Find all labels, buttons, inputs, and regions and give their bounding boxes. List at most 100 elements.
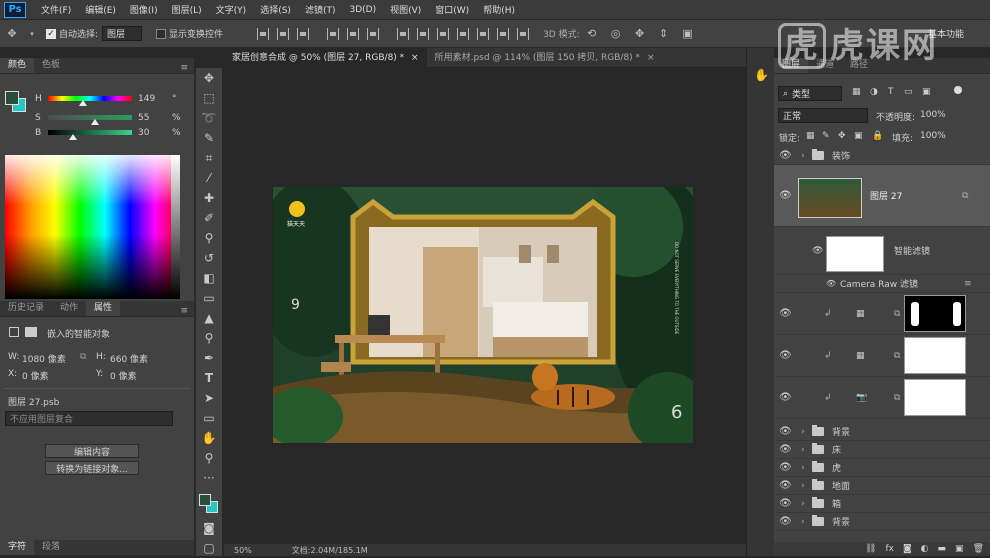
pen-tool-icon[interactable]: ✒ xyxy=(196,348,222,368)
crop-tool-icon[interactable]: ⌗ xyxy=(196,148,222,168)
align-bottom-icon[interactable] xyxy=(297,27,310,40)
adjustment-layer-1[interactable]: 👁 ↲ ▦ ⧉ xyxy=(774,293,990,335)
quick-select-tool-icon[interactable]: ✎ xyxy=(196,128,222,148)
saturation-slider[interactable] xyxy=(48,115,132,120)
link-icon[interactable]: ⧉ xyxy=(894,309,900,319)
doc-tab-2[interactable]: 所用素材.psd @ 114% (图层 150 拷贝, RGB/8) * × xyxy=(427,48,663,68)
align-vcenter-icon[interactable] xyxy=(277,27,290,40)
blur-tool-icon[interactable]: ▲ xyxy=(196,308,222,328)
h-dim-value[interactable]: 660 像素 xyxy=(110,352,148,365)
chevron-right-icon[interactable]: › xyxy=(801,151,805,161)
tab-actions[interactable]: 动作 xyxy=(52,301,86,316)
shape-tool-icon[interactable]: ▭ xyxy=(196,408,222,428)
tool-fg-color[interactable] xyxy=(199,494,211,506)
eye-icon[interactable]: 👁 xyxy=(826,279,836,288)
brush-tool-icon[interactable]: ✐ xyxy=(196,208,222,228)
add-mask-icon[interactable]: ◙ xyxy=(903,544,912,554)
adjustment-layer-3[interactable]: 👁 ↲ 📷 ⧉ xyxy=(774,377,990,419)
screen-mode-icon[interactable]: ▢ xyxy=(196,538,222,558)
align-top-icon[interactable] xyxy=(257,27,270,40)
eye-icon[interactable]: 👁 xyxy=(779,350,792,361)
lock-move-icon[interactable]: ✥ xyxy=(838,131,846,141)
close-icon[interactable]: × xyxy=(411,53,419,63)
lock-paint-icon[interactable]: ✎ xyxy=(822,131,830,141)
3d-pan-icon[interactable]: ✥ xyxy=(632,27,648,41)
eye-icon[interactable]: 👁 xyxy=(812,246,823,256)
tab-character[interactable]: 字符 xyxy=(0,540,35,555)
convert-linked-button[interactable]: 转换为链接对象... xyxy=(45,461,139,475)
3d-rotate-icon[interactable]: ⟲ xyxy=(584,27,600,41)
align-left-icon[interactable] xyxy=(327,27,340,40)
new-group-icon[interactable]: ▬ xyxy=(938,544,947,554)
fg-color-swatch[interactable] xyxy=(5,91,19,105)
3d-roll-icon[interactable]: ◎ xyxy=(608,27,624,41)
chevron-right-icon[interactable]: › xyxy=(801,517,805,527)
menu-edit[interactable]: 编辑(E) xyxy=(78,3,123,16)
eye-icon[interactable]: 👁 xyxy=(779,190,792,201)
distribute-hcenter-icon[interactable] xyxy=(477,27,490,40)
link-icon[interactable]: ⧉ xyxy=(80,352,86,362)
menu-filter[interactable]: 滤镜(T) xyxy=(298,3,343,16)
eye-icon[interactable]: 👁 xyxy=(779,516,792,527)
layer-group-tiger[interactable]: 👁 › 虎 xyxy=(774,459,990,477)
lock-artboard-icon[interactable]: ▣ xyxy=(854,131,863,141)
eye-icon[interactable]: 👁 xyxy=(779,392,792,403)
lock-pixels-icon[interactable]: ▦ xyxy=(806,131,815,141)
zoom-tool-icon[interactable]: ⚲ xyxy=(196,448,222,468)
marquee-tool-icon[interactable]: ⬚ xyxy=(196,88,222,108)
move-tool-icon[interactable]: ✥ xyxy=(4,27,20,41)
layer-group-bg[interactable]: 👁 › 背景 xyxy=(774,423,990,441)
zoom-level[interactable]: 50% xyxy=(234,546,252,555)
trash-icon[interactable]: 🗑 xyxy=(973,544,984,554)
auto-select-checkbox[interactable]: ✓ xyxy=(46,28,56,39)
auto-align-icon[interactable] xyxy=(517,27,530,40)
filter-adjust-icon[interactable]: ◑ xyxy=(870,87,878,97)
hand-tool-icon[interactable]: ✋ xyxy=(196,428,222,448)
filter-shape-icon[interactable]: ▭ xyxy=(904,87,913,97)
chevron-right-icon[interactable]: › xyxy=(801,463,805,473)
menu-select[interactable]: 选择(S) xyxy=(253,3,298,16)
layer-group-ground[interactable]: 👁 › 地面 xyxy=(774,477,990,495)
layer-group-background[interactable]: 👁 › 背景 xyxy=(774,513,990,531)
h-value[interactable]: 149 xyxy=(138,94,155,104)
new-layer-icon[interactable]: ▣ xyxy=(955,544,964,554)
eye-icon[interactable]: 👁 xyxy=(779,150,792,161)
quick-mask-icon[interactable]: ◙ xyxy=(196,518,222,538)
eraser-tool-icon[interactable]: ◧ xyxy=(196,268,222,288)
chevron-right-icon[interactable]: › xyxy=(801,499,805,509)
brightness-slider-handle[interactable] xyxy=(69,134,77,140)
history-brush-icon[interactable]: ↺ xyxy=(196,248,222,268)
type-tool-icon[interactable]: T xyxy=(196,368,222,388)
menu-3d[interactable]: 3D(D) xyxy=(342,5,383,15)
tab-history[interactable]: 历史记录 xyxy=(0,301,52,316)
s-value[interactable]: 55 xyxy=(138,113,149,123)
w-value[interactable]: 1080 像素 xyxy=(22,352,66,365)
auto-select-dropdown[interactable]: 图层 xyxy=(102,26,143,41)
lock-all-icon[interactable]: 🔒 xyxy=(872,131,883,141)
stamp-tool-icon[interactable]: ⚲ xyxy=(196,228,222,248)
tab-properties[interactable]: 属性 xyxy=(86,301,121,316)
camera-raw-filter-row[interactable]: 👁 Camera Raw 滤镜 ≡ xyxy=(774,275,990,293)
dodge-tool-icon[interactable]: ⚲ xyxy=(196,328,222,348)
layer-smart-27[interactable]: 👁 图层 27 ⧉ xyxy=(774,165,990,227)
filter-pixel-icon[interactable]: ▦ xyxy=(852,87,861,97)
filter-options-icon[interactable]: ≡ xyxy=(964,279,972,289)
color-spectrum[interactable] xyxy=(5,155,180,299)
eye-icon[interactable]: 👁 xyxy=(779,462,792,473)
link-icon[interactable]: ⧉ xyxy=(894,393,900,403)
menu-view[interactable]: 视图(V) xyxy=(383,3,428,16)
filter-toggle-icon[interactable] xyxy=(954,86,962,94)
distribute-right-icon[interactable] xyxy=(497,27,510,40)
tab-color[interactable]: 颜色 xyxy=(0,58,35,73)
x-value[interactable]: 0 像素 xyxy=(22,369,49,382)
saturation-slider-handle[interactable] xyxy=(91,119,99,125)
menu-layer[interactable]: 图层(L) xyxy=(165,3,209,16)
link-layers-icon[interactable]: ⛓ xyxy=(865,544,876,554)
tab-paragraph[interactable]: 段落 xyxy=(34,540,68,555)
spectrum-gray-bar[interactable] xyxy=(171,155,180,299)
more-tools-icon[interactable]: ··· xyxy=(196,468,222,488)
brightness-slider[interactable] xyxy=(48,130,132,135)
edit-contents-button[interactable]: 编辑内容 xyxy=(45,444,139,458)
distribute-left-icon[interactable] xyxy=(457,27,470,40)
chevron-right-icon[interactable]: › xyxy=(801,445,805,455)
